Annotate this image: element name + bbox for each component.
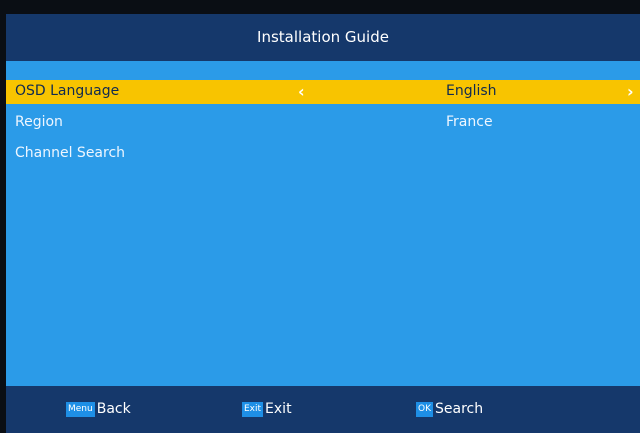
menu-item-label: OSD Language [15,83,120,99]
exit-label: Exit [265,401,292,417]
exit-hint[interactable]: Exit Exit [242,400,292,418]
tv-screen: Installation Guide OSD Language ‹ Englis… [0,0,640,433]
settings-menu: OSD Language ‹ English › Region France C… [6,80,640,173]
back-hint[interactable]: Menu Back [66,400,131,418]
back-label: Back [96,401,131,417]
chevron-right-icon[interactable]: › [627,82,634,101]
menu-item-label: Region [15,114,63,130]
search-label: Search [435,401,484,417]
menu-item-value: English [446,83,497,99]
header-bar: Installation Guide [6,14,640,61]
installation-guide-window: Installation Guide OSD Language ‹ Englis… [6,14,640,433]
chevron-left-icon[interactable]: ‹ [298,82,305,101]
exit-key-badge: Exit [242,401,264,417]
menu-item-channel-search[interactable]: Channel Search [6,142,640,166]
menu-key-badge: Menu [66,401,95,417]
search-hint[interactable]: OK Search [416,400,483,418]
menu-item-value: France [446,114,493,130]
ok-key-badge: OK [416,401,433,417]
page-title: Installation Guide [257,28,389,46]
menu-item-label: Channel Search [15,145,126,161]
footer-bar: Menu Back Exit Exit OK Search [6,386,640,433]
menu-item-osd-language[interactable]: OSD Language ‹ English › [6,80,640,104]
menu-item-region[interactable]: Region France [6,111,640,135]
